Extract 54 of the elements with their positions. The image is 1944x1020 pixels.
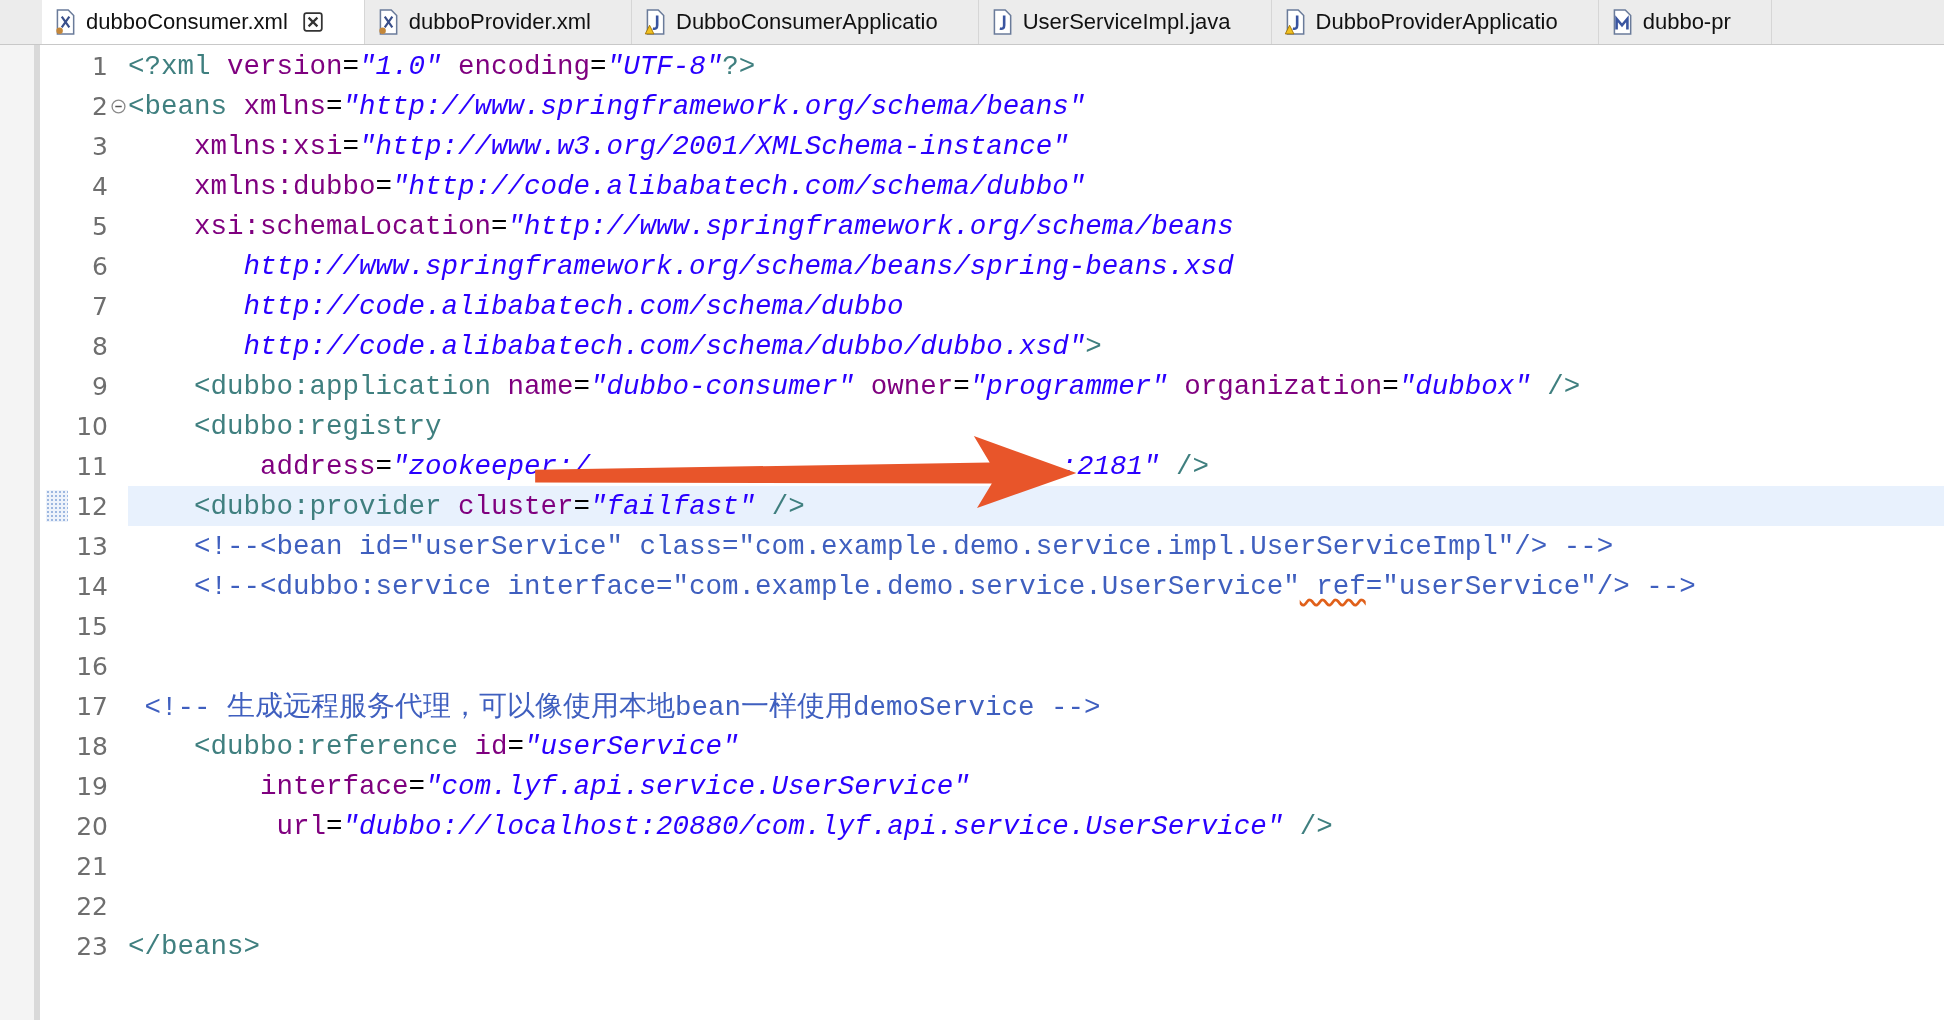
collapse-icon[interactable] [110, 98, 126, 114]
line-number: 6 [92, 251, 108, 281]
editor-tab[interactable]: dubboConsumer.xml [42, 0, 365, 44]
line-number: 21 [76, 851, 108, 881]
editor-tab[interactable]: dubbo-pr [1598, 0, 1772, 44]
code-line: <dubbo:application name="dubbo-consumer" owner="programmer" organization="dubbox" /> [193, 370, 1581, 402]
line-number: 12 [76, 491, 108, 521]
line-number: 16 [76, 651, 108, 681]
code-line: <?xml version="1.0" encoding="UTF-8"?> [128, 50, 756, 82]
code-line: <beans xmlns="http://www.springframework.org/schema/beans" [128, 90, 1086, 122]
line-number: 20 [76, 811, 108, 841]
java-file-warning-icon [1283, 9, 1306, 35]
editor-tab[interactable]: dubboProvider.xml [364, 0, 632, 44]
line-number: 3 [92, 131, 108, 161]
line-number: 14 [76, 571, 108, 601]
code-line: xmlns:dubbo="http://code.alibabatech.com/schema/dubbo" [193, 170, 1086, 202]
code-line: <dubbo:provider cluster="failfast" /> [193, 490, 805, 522]
editor-tab[interactable]: UserServiceImpl.java [978, 0, 1272, 44]
line-number: 15 [76, 611, 108, 641]
java-file-warning-icon [644, 9, 666, 35]
line-number: 13 [76, 531, 108, 561]
code-line: http://code.alibabatech.com/schema/dubbo/dubbo.xsd"> [242, 330, 1102, 362]
line-number: 1 [92, 51, 108, 81]
xml-file-icon [54, 9, 76, 35]
code-line: http://code.alibabatech.com/schema/dubbo [242, 290, 904, 322]
editor-tab[interactable]: DubboConsumerApplicatio [632, 0, 979, 44]
code-line: xmlns:xsi="http://www.w3.org/2001/XMLSchema-instance" [193, 130, 1069, 162]
line-number: 19 [76, 771, 108, 801]
xml-file-icon [376, 9, 399, 35]
code-line: </beans> [128, 930, 261, 962]
line-number: 23 [76, 931, 108, 961]
close-icon[interactable] [301, 11, 324, 33]
code-line: <!--<bean id="userService" class="com.example.demo.service.impl.UserServiceImpl"/> --> [193, 530, 1614, 562]
line-number: 8 [92, 331, 108, 361]
line-number: 2 [92, 91, 108, 121]
line-number: 10 [76, 411, 108, 441]
line-number: 11 [76, 451, 108, 481]
code-line: <!-- 生成远程服务代理，可以像使用本地bean一样使用demoService --> [143, 691, 1101, 724]
code-line: address="zookeeper:/ :2181" /> [259, 450, 1209, 482]
code-line: url="dubbo://localhost:20880/com.lyf.api.service.UserService" /> [275, 810, 1333, 842]
editor-tab[interactable]: DubboProviderApplicatio [1271, 0, 1599, 44]
code-line: interface="com.lyf.api.service.UserService" [259, 770, 970, 802]
line-number: 9 [92, 371, 108, 401]
code-line: <!--<dubbo:service interface="com.example.demo.service.UserService" ref="userService"/> --> [193, 570, 1696, 602]
line-number: 18 [76, 731, 108, 761]
code-line: <dubbo:registry [193, 410, 442, 442]
line-number: 5 [92, 211, 108, 241]
line-number: 22 [76, 891, 108, 921]
line-number: 17 [76, 691, 108, 721]
line-number: 7 [92, 291, 108, 321]
code-line: <dubbo:reference id="userService" [193, 730, 739, 762]
code-line: xsi:schemaLocation="http://www.springframework.org/schema/beans [193, 210, 1234, 242]
code-line: http://www.springframework.org/schema/beans/spring-beans.xsd [242, 250, 1234, 282]
line-number: 4 [92, 171, 108, 201]
